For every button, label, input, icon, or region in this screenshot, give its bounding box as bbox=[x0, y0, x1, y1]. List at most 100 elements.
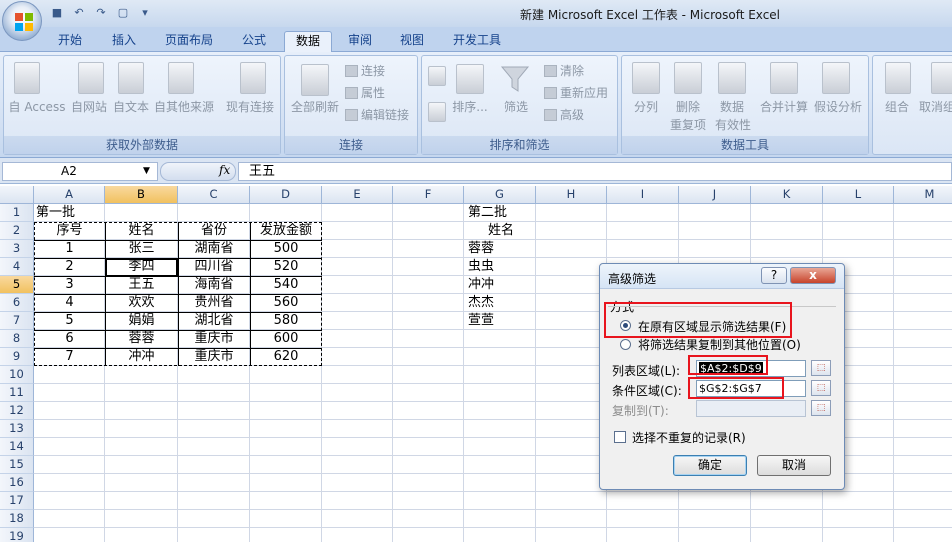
row-header-17[interactable]: 17 bbox=[0, 492, 34, 510]
table-cell[interactable]: 5 bbox=[34, 312, 105, 330]
table-cell[interactable]: 海南省 bbox=[178, 276, 250, 294]
tab-developer[interactable]: 开发工具 bbox=[444, 31, 510, 52]
formula-input[interactable]: 王五 bbox=[238, 162, 952, 181]
row-header-5[interactable]: 5 bbox=[0, 276, 34, 294]
office-button[interactable] bbox=[2, 1, 42, 41]
reapply-button[interactable]: 重新应用 bbox=[544, 84, 608, 101]
radio-filter-in-place[interactable] bbox=[620, 320, 631, 331]
table-cell[interactable]: 冲冲 bbox=[105, 348, 178, 366]
table-cell[interactable]: 湖南省 bbox=[178, 240, 250, 258]
ungroup-button[interactable]: 取消组 bbox=[919, 98, 952, 115]
save-icon[interactable]: ■ bbox=[48, 5, 66, 21]
consolidate-button[interactable]: 合并计算 bbox=[758, 98, 810, 115]
column-header-l[interactable]: L bbox=[823, 186, 894, 204]
edit-links-button[interactable]: 编辑链接 bbox=[345, 106, 409, 123]
table-cell[interactable]: 7 bbox=[34, 348, 105, 366]
what-if-analysis-button[interactable]: 假设分析 bbox=[812, 98, 864, 115]
sort-za-icon[interactable] bbox=[428, 102, 446, 122]
criteria-cell[interactable]: 杰杰 bbox=[468, 294, 494, 312]
row-header-2[interactable]: 2 bbox=[0, 222, 34, 240]
row-header-4[interactable]: 4 bbox=[0, 258, 34, 276]
properties-button[interactable]: 属性 bbox=[345, 84, 385, 101]
table-cell[interactable]: 湖北省 bbox=[178, 312, 250, 330]
from-access-button[interactable]: 自 Access bbox=[6, 98, 68, 115]
radio-copy-to-location[interactable] bbox=[620, 339, 631, 350]
row-header-13[interactable]: 13 bbox=[0, 420, 34, 438]
criteria-cell[interactable]: 虫虫 bbox=[468, 258, 494, 276]
sort-az-icon[interactable] bbox=[428, 66, 446, 86]
cancel-button[interactable]: 取消 bbox=[757, 455, 831, 476]
table-cell[interactable]: 520 bbox=[250, 258, 322, 276]
table-cell[interactable]: 娟娟 bbox=[105, 312, 178, 330]
help-button[interactable]: ? bbox=[761, 267, 787, 284]
criteria-cell[interactable]: 萱萱 bbox=[468, 312, 494, 330]
table-cell[interactable]: 张三 bbox=[105, 240, 178, 258]
tab-formulas[interactable]: 公式 bbox=[232, 31, 276, 52]
table-cell[interactable]: 贵州省 bbox=[178, 294, 250, 312]
table-header-cell[interactable]: 发放金额 bbox=[250, 222, 322, 240]
unique-records-checkbox[interactable] bbox=[614, 431, 626, 443]
copy-to-collapse-icon[interactable]: ⬚ bbox=[811, 400, 831, 416]
tab-review[interactable]: 审阅 bbox=[338, 31, 382, 52]
filter-button[interactable]: 筛选 bbox=[496, 98, 536, 115]
copy-to-input[interactable] bbox=[696, 400, 806, 417]
data-validation-button[interactable]: 数据 bbox=[710, 98, 754, 115]
table-cell[interactable]: 1 bbox=[34, 240, 105, 258]
tab-view[interactable]: 视图 bbox=[390, 31, 434, 52]
close-button[interactable]: x bbox=[790, 267, 836, 284]
row-header-10[interactable]: 10 bbox=[0, 366, 34, 384]
table-cell[interactable]: 580 bbox=[250, 312, 322, 330]
column-header-c[interactable]: C bbox=[178, 186, 250, 204]
column-header-f[interactable]: F bbox=[393, 186, 464, 204]
name-box-dropdown-icon[interactable]: ▼ bbox=[143, 162, 150, 181]
row-header-7[interactable]: 7 bbox=[0, 312, 34, 330]
table-cell[interactable]: 蓉蓉 bbox=[105, 330, 178, 348]
table-cell[interactable]: 欢欢 bbox=[105, 294, 178, 312]
tab-page-layout[interactable]: 页面布局 bbox=[156, 31, 222, 52]
undo-icon[interactable]: ↶ bbox=[70, 5, 88, 21]
clear-filter-button[interactable]: 清除 bbox=[544, 62, 584, 79]
sort-button[interactable]: 排序... bbox=[450, 98, 490, 115]
column-header-a[interactable]: A bbox=[34, 186, 105, 204]
row-header-6[interactable]: 6 bbox=[0, 294, 34, 312]
row-header-15[interactable]: 15 bbox=[0, 456, 34, 474]
table-cell[interactable]: 6 bbox=[34, 330, 105, 348]
customize-qat-icon[interactable]: ▾ bbox=[136, 5, 154, 21]
row-header-1[interactable]: 1 bbox=[0, 204, 34, 222]
table-cell[interactable]: 620 bbox=[250, 348, 322, 366]
row-header-14[interactable]: 14 bbox=[0, 438, 34, 456]
table-cell[interactable]: 四川省 bbox=[178, 258, 250, 276]
table-cell[interactable]: 3 bbox=[34, 276, 105, 294]
column-header-i[interactable]: I bbox=[607, 186, 679, 204]
from-text-button[interactable]: 自文本 bbox=[110, 98, 152, 115]
table-header-cell[interactable]: 序号 bbox=[34, 222, 105, 240]
list-range-input[interactable]: $A$2:$D$9 bbox=[696, 360, 806, 377]
table-header-cell[interactable]: 姓名 bbox=[105, 222, 178, 240]
from-web-button[interactable]: 自网站 bbox=[68, 98, 110, 115]
row-header-16[interactable]: 16 bbox=[0, 474, 34, 492]
criteria-cell[interactable]: 蓉蓉 bbox=[468, 240, 494, 258]
cell-g2[interactable]: 姓名 bbox=[488, 222, 514, 240]
row-header-3[interactable]: 3 bbox=[0, 240, 34, 258]
table-header-cell[interactable]: 省份 bbox=[178, 222, 250, 240]
row-header-8[interactable]: 8 bbox=[0, 330, 34, 348]
refresh-all-button[interactable]: 全部刷新 bbox=[287, 98, 343, 115]
table-cell[interactable]: 重庆市 bbox=[178, 348, 250, 366]
table-cell[interactable]: 2 bbox=[34, 258, 105, 276]
criteria-range-input[interactable]: $G$2:$G$7 bbox=[696, 380, 806, 397]
column-header-e[interactable]: E bbox=[322, 186, 393, 204]
row-header-11[interactable]: 11 bbox=[0, 384, 34, 402]
criteria-cell[interactable]: 冲冲 bbox=[468, 276, 494, 294]
table-cell[interactable]: 王五 bbox=[105, 276, 178, 294]
remove-duplicates-button[interactable]: 删除 bbox=[666, 98, 710, 115]
row-header-19[interactable]: 19 bbox=[0, 528, 34, 542]
table-cell[interactable]: 560 bbox=[250, 294, 322, 312]
row-header-12[interactable]: 12 bbox=[0, 402, 34, 420]
list-range-collapse-icon[interactable]: ⬚ bbox=[811, 360, 831, 376]
connections-button[interactable]: 连接 bbox=[345, 62, 385, 79]
column-header-j[interactable]: J bbox=[679, 186, 751, 204]
column-header-m[interactable]: M bbox=[894, 186, 952, 204]
table-cell[interactable]: 500 bbox=[250, 240, 322, 258]
tab-insert[interactable]: 插入 bbox=[102, 31, 146, 52]
table-cell[interactable]: 重庆市 bbox=[178, 330, 250, 348]
